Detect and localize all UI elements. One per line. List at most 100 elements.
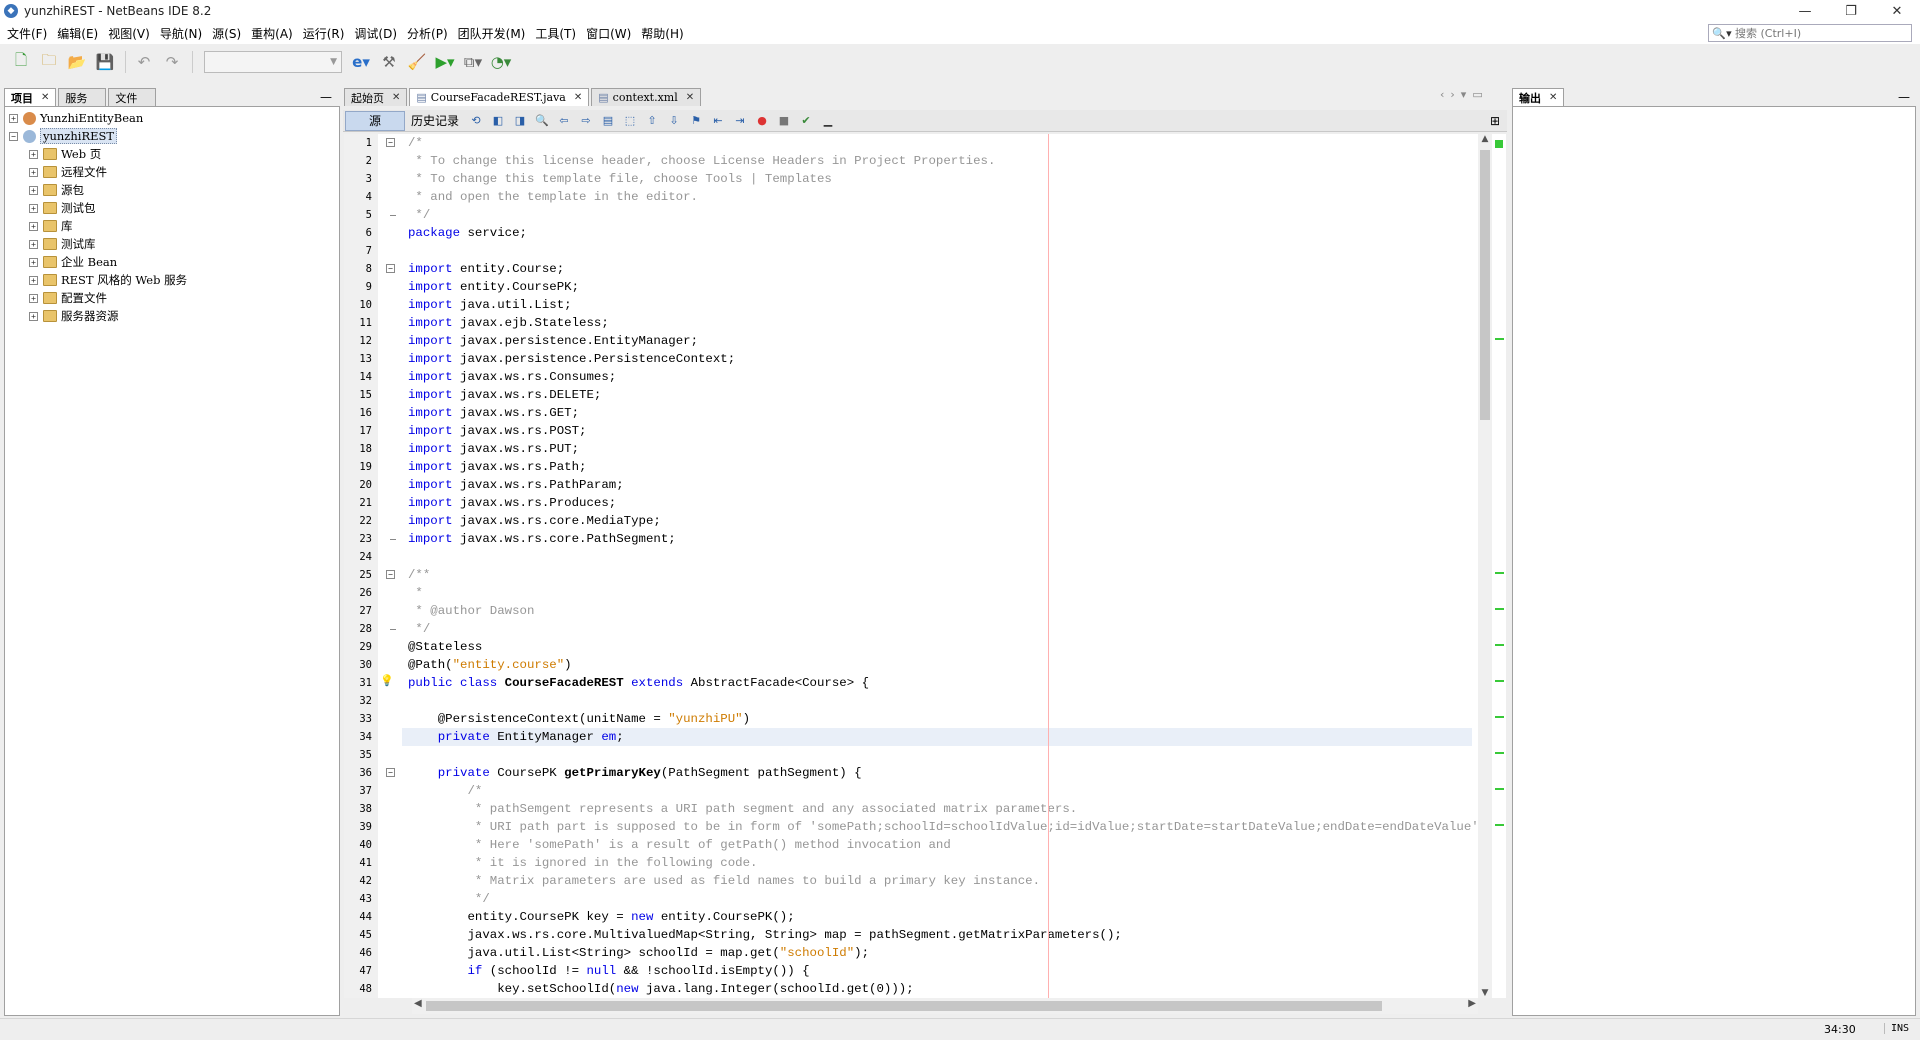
minimize-panel-icon[interactable]: — [320, 90, 332, 104]
tree-node[interactable]: + 测试包 [29, 199, 96, 217]
code-line[interactable]: * URI path part is supposed to be in for… [408, 818, 1478, 836]
expand-toggle-icon[interactable]: + [29, 257, 38, 267]
expand-toggle-icon[interactable]: + [29, 185, 38, 195]
shift-left-icon[interactable]: ⇤ [710, 113, 726, 129]
scroll-up-icon[interactable]: ▲ [1478, 134, 1492, 144]
expand-toggle-icon[interactable]: + [29, 167, 38, 177]
scroll-left-icon[interactable]: ◀ [414, 998, 422, 1009]
expand-toggle-icon[interactable]: − [9, 131, 18, 141]
expand-toggle-icon[interactable]: + [29, 203, 38, 213]
code-line[interactable]: package service; [408, 224, 527, 242]
change-mark[interactable] [1495, 680, 1504, 682]
close-icon[interactable]: ✕ [392, 92, 400, 103]
code-line[interactable]: import javax.persistence.EntityManager; [408, 332, 698, 350]
tab-projects[interactable]: 项目 ✕ [4, 88, 57, 106]
save-all-icon[interactable]: 💾 [92, 49, 118, 75]
code-line[interactable]: /* [408, 782, 482, 800]
menu-item[interactable]: 工具(T) [530, 25, 581, 42]
menu-item[interactable]: 源(S) [207, 25, 246, 42]
code-line[interactable]: entity.CoursePK key = new entity.CourseP… [408, 908, 794, 926]
minimize-button[interactable]: — [1782, 0, 1828, 22]
new-project-icon[interactable]: 🗀 [36, 49, 62, 75]
horizontal-scrollbar[interactable]: ◀ ▶ [412, 998, 1478, 1014]
code-line[interactable]: * @author Dawson [408, 602, 534, 620]
tab-output[interactable]: 输出 ✕ [1512, 88, 1565, 106]
code-line[interactable]: @Stateless [408, 638, 482, 656]
code-line[interactable]: import javax.ws.rs.PUT; [408, 440, 579, 458]
menu-item[interactable]: 视图(V) [103, 25, 155, 42]
tab-nav-icons[interactable]: ‹›▾▭ [1440, 88, 1489, 101]
change-mark[interactable] [1495, 788, 1504, 790]
tab-services[interactable]: 服务 [58, 88, 107, 106]
change-mark[interactable] [1495, 338, 1504, 340]
scroll-right-icon[interactable]: ▶ [1468, 998, 1476, 1009]
menu-item[interactable]: 帮助(H) [636, 25, 688, 42]
code-line[interactable]: import javax.ws.rs.Consumes; [408, 368, 616, 386]
code-line[interactable]: */ [408, 890, 490, 908]
menu-item[interactable]: 调试(D) [349, 25, 402, 42]
code-line[interactable]: import javax.ws.rs.PathParam; [408, 476, 624, 494]
toggle-highlight-icon[interactable]: ▤ [600, 113, 616, 129]
change-mark[interactable] [1495, 644, 1504, 646]
scroll-down-icon[interactable]: ▼ [1478, 988, 1492, 998]
stop-macro-icon[interactable]: ■ [776, 113, 792, 129]
record-macro-icon[interactable]: ● [754, 113, 770, 129]
change-mark[interactable] [1495, 716, 1504, 718]
fold-toggle-icon[interactable]: − [386, 138, 395, 147]
change-mark[interactable] [1495, 572, 1504, 574]
search-box[interactable]: 🔍▾ 搜索 (Ctrl+I) [1708, 24, 1912, 42]
minimize-panel-icon[interactable]: — [1898, 90, 1910, 104]
code-line[interactable]: import javax.ws.rs.Produces; [408, 494, 616, 512]
code-line[interactable]: javax.ws.rs.core.MultivaluedMap<String, … [408, 926, 1121, 944]
search-input[interactable]: 搜索 (Ctrl+I) [1735, 25, 1801, 41]
close-icon[interactable]: ✕ [686, 92, 694, 103]
tree-node[interactable]: + Web 页 [29, 145, 101, 163]
menu-item[interactable]: 编辑(E) [52, 25, 103, 42]
forward-icon[interactable]: ◨ [512, 113, 528, 129]
fold-toggle-icon[interactable]: − [386, 264, 395, 273]
debug-icon[interactable]: ⧉▾ [460, 49, 486, 75]
code-line[interactable]: * it is ignored in the following code. [408, 854, 758, 872]
change-mark[interactable] [1495, 824, 1504, 826]
vertical-scrollbar[interactable]: ▲ ▼ [1478, 134, 1492, 998]
code-line[interactable]: import javax.ws.rs.POST; [408, 422, 586, 440]
expand-toggle-icon[interactable]: + [29, 221, 38, 231]
error-stripe[interactable] [1492, 134, 1506, 998]
expand-toggle-icon[interactable]: + [29, 239, 38, 249]
menu-item[interactable]: 分析(P) [402, 25, 453, 42]
expand-toggle-icon[interactable]: + [9, 113, 18, 123]
menu-item[interactable]: 重构(A) [246, 25, 298, 42]
change-mark[interactable] [1495, 752, 1504, 754]
browser-icon[interactable]: e▾ [348, 49, 374, 75]
insert-mode[interactable]: INS [1884, 1023, 1909, 1034]
build-hammer-icon[interactable]: ⚒ [376, 49, 402, 75]
code-line[interactable]: */ [408, 206, 430, 224]
profile-icon[interactable]: ◔▾ [488, 49, 514, 75]
code-line[interactable]: import entity.Course; [408, 260, 564, 278]
code-line[interactable]: @PersistenceContext(unitName = "yunzhiPU… [408, 710, 750, 728]
code-line[interactable]: @Path("entity.course") [408, 656, 572, 674]
close-icon[interactable]: ✕ [574, 92, 582, 103]
expand-toggle-icon[interactable]: + [29, 293, 38, 303]
menu-item[interactable]: 导航(N) [155, 25, 207, 42]
change-mark[interactable] [1495, 608, 1504, 610]
scrollbar-thumb[interactable] [426, 1001, 1382, 1011]
tree-node[interactable]: + YunzhiEntityBean [9, 109, 143, 127]
rect-select-icon[interactable]: ⬚ [622, 113, 638, 129]
code-line[interactable]: * Here 'somePath' is a result of getPath… [408, 836, 951, 854]
code-line[interactable]: if (schoolId != null && !schoolId.isEmpt… [408, 962, 810, 980]
tree-node[interactable]: − yunzhiREST [9, 127, 118, 145]
expand-toggle-icon[interactable]: + [29, 149, 38, 159]
code-line[interactable]: import javax.ws.rs.core.MediaType; [408, 512, 661, 530]
toggle-bookmark-icon[interactable]: ⚑ [688, 113, 704, 129]
restore-button[interactable]: ❐ [1828, 0, 1874, 22]
history-view-button[interactable]: 历史记录 [405, 111, 465, 131]
new-file-icon[interactable]: 🗋 [8, 49, 34, 75]
split-editor-icon[interactable]: ⊞ [1490, 114, 1500, 128]
code-line[interactable]: import javax.ws.rs.Path; [408, 458, 586, 476]
tree-node[interactable]: + 库 [29, 217, 73, 235]
tree-node[interactable]: + REST 风格的 Web 服务 [29, 271, 187, 289]
menu-item[interactable]: 窗口(W) [581, 25, 636, 42]
redo-icon[interactable]: ↷ [159, 49, 185, 75]
find-icon[interactable]: 🔍 [534, 113, 550, 129]
